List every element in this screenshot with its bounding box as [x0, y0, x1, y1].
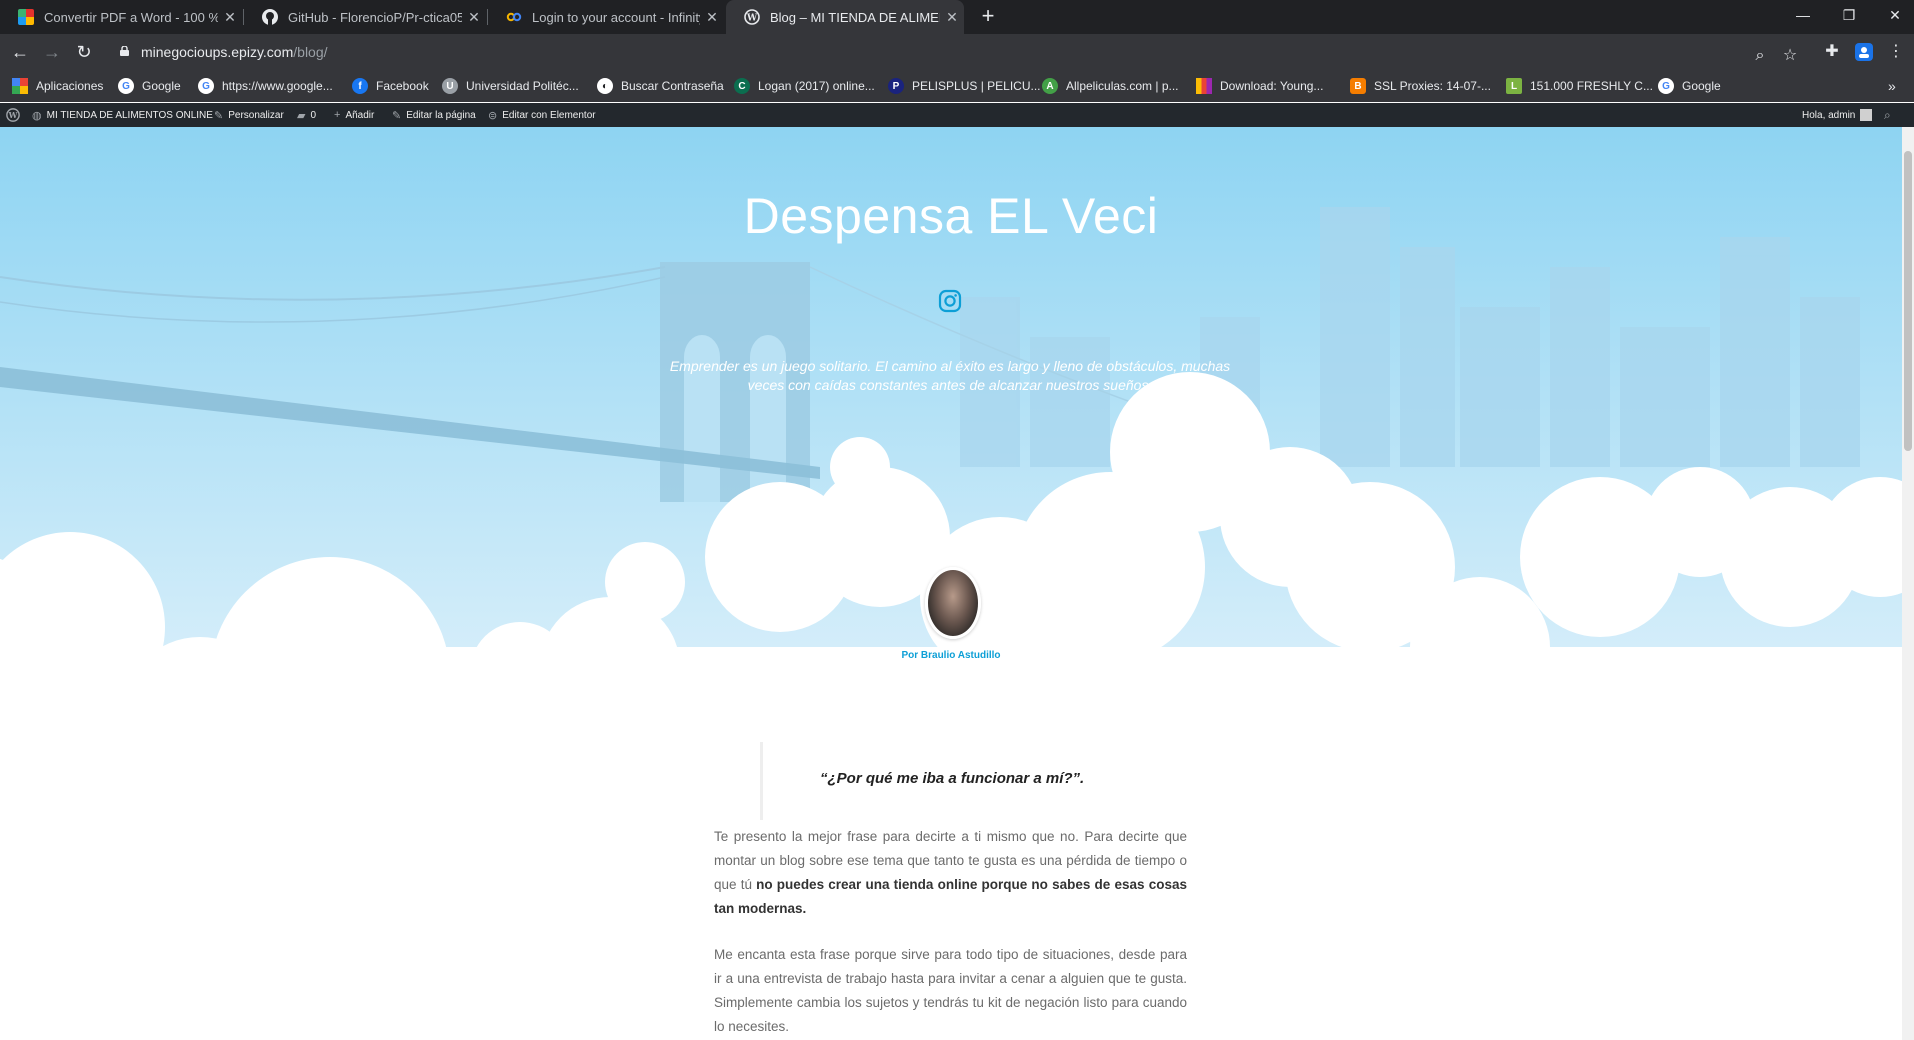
tab-blog-active[interactable]: W Blog – MI TIENDA DE ALIMENTO ✕: [726, 0, 964, 34]
article-paragraph-1: Te presento la mejor frase para decirte …: [714, 829, 1187, 916]
lock-icon: [120, 46, 129, 56]
scrollbar-thumb[interactable]: [1904, 151, 1912, 451]
bookmark-google[interactable]: G Google: [118, 70, 181, 102]
page-scrollbar[interactable]: [1902, 127, 1914, 1040]
quote-text: “¿Por qué me iba a funcionar a mí?”.: [820, 770, 1085, 787]
infinityfree-icon: [506, 9, 522, 25]
forward-button[interactable]: →: [40, 40, 64, 64]
blockquote: “¿Por qué me iba a funcionar a mí?”.: [760, 742, 1183, 820]
url-text: minegocioups.epizy.com/blog/: [141, 44, 328, 60]
zoom-icon[interactable]: ⌕: [1748, 44, 1772, 68]
wp-edit-elementor[interactable]: ⊜ Editar con Elementor: [488, 103, 596, 127]
back-button[interactable]: ←: [8, 40, 32, 64]
plus-icon: +: [334, 109, 341, 121]
dashboard-icon: ◍: [32, 109, 42, 122]
tab-github[interactable]: GitHub - FlorencioP/Pr-ctica05- ✕: [244, 0, 486, 34]
freshly-icon: L: [1506, 78, 1522, 94]
new-tab-button[interactable]: +: [976, 5, 1000, 29]
wp-add-new[interactable]: + Añadir: [334, 103, 374, 127]
wp-comments[interactable]: ▰ 0: [297, 103, 316, 127]
bookmark-google-2[interactable]: G Google: [1658, 70, 1721, 102]
author-byline[interactable]: Por Braulio Astudillo: [0, 650, 1902, 661]
allpeliculas-icon: A: [1042, 78, 1058, 94]
close-window-button[interactable]: ✕: [1872, 0, 1914, 30]
apps-grid-icon: [12, 78, 28, 94]
google-icon: G: [118, 78, 134, 94]
bookmark-logan[interactable]: C Logan (2017) online...: [734, 70, 875, 102]
browser-toolbar: ← → ↻ minegocioups.epizy.com/blog/ ⌕ ☆ ✚…: [0, 34, 1914, 70]
ilovepdf-icon: [18, 9, 34, 25]
reload-button[interactable]: ↻: [72, 40, 96, 64]
wp-admin-bar: W ◍ MI TIENDA DE ALIMENTOS ONLINE ✎ Pers…: [0, 103, 1914, 127]
wp-site-name[interactable]: ◍ MI TIENDA DE ALIMENTOS ONLINE: [32, 103, 213, 127]
close-tab-icon[interactable]: ✕: [940, 9, 964, 26]
close-tab-icon[interactable]: ✕: [462, 9, 486, 26]
svg-text:W: W: [746, 14, 758, 24]
bookmark-pelisplus[interactable]: P PELISPLUS | PELICU...: [888, 70, 1041, 102]
bookmarks-bar: Aplicaciones G Google G https://www.goog…: [0, 70, 1914, 102]
wp-account[interactable]: Hola, admin: [1802, 103, 1873, 127]
university-icon: U: [442, 78, 458, 94]
elementor-icon: ⊜: [488, 109, 498, 122]
key-site-icon: ◐: [597, 78, 613, 94]
tab-ilovepdf[interactable]: Convertir PDF a Word - 100 % gr ✕: [0, 0, 242, 34]
google-icon: G: [1658, 78, 1674, 94]
bookmarks-overflow-icon[interactable]: »: [1888, 70, 1896, 102]
blogger-icon: B: [1350, 78, 1366, 94]
bookmark-universidad[interactable]: U Universidad Politéc...: [442, 70, 579, 102]
pencil-icon: ✎: [392, 109, 402, 122]
avatar-icon: [1860, 109, 1873, 121]
instagram-icon[interactable]: [938, 289, 962, 313]
bookmark-star-icon[interactable]: ☆: [1778, 44, 1802, 68]
wordpress-icon: W: [744, 9, 760, 25]
wp-customize[interactable]: ✎ Personalizar: [214, 103, 284, 127]
svg-text:W: W: [8, 111, 18, 120]
page-content: Despensa EL Veci Emprender es un juego s…: [0, 127, 1902, 1040]
wp-search-icon[interactable]: ⌕: [1884, 103, 1891, 127]
close-tab-icon[interactable]: ✕: [700, 9, 724, 26]
github-icon: [262, 9, 278, 25]
bookmark-ssl-proxies[interactable]: B SSL Proxies: 14-07-...: [1350, 70, 1491, 102]
facebook-icon: f: [352, 78, 368, 94]
author-avatar[interactable]: [925, 567, 981, 639]
bookmark-buscar-contrasena[interactable]: ◐ Buscar Contraseña: [597, 70, 724, 102]
address-bar[interactable]: minegocioups.epizy.com/blog/ ⌕ ☆: [108, 38, 1797, 68]
close-tab-icon[interactable]: ✕: [218, 9, 242, 26]
profile-icon[interactable]: [1852, 40, 1876, 64]
bookmark-allpeliculas[interactable]: A Allpeliculas.com | p...: [1042, 70, 1179, 102]
article-paragraph-2: Me encanta esta frase porque sirve para …: [714, 947, 1187, 1034]
comment-icon: ▰: [297, 109, 306, 122]
tab-strip: Convertir PDF a Word - 100 % gr ✕ GitHub…: [0, 0, 1914, 34]
minimize-button[interactable]: —: [1780, 0, 1826, 30]
bookmark-download-young[interactable]: Download: Young...: [1196, 70, 1323, 102]
pelisplus-icon: P: [888, 78, 904, 94]
wp-edit-page[interactable]: ✎ Editar la página: [392, 103, 476, 127]
site-tagline: Emprender es un juego solitario. El cami…: [669, 358, 1231, 393]
bookmark-facebook[interactable]: f Facebook: [352, 70, 429, 102]
wp-logo-icon[interactable]: W: [6, 103, 20, 127]
tab-infinityfree[interactable]: Login to your account - InfinityFr ✕: [488, 0, 724, 34]
bookmark-apps[interactable]: Aplicaciones: [12, 70, 103, 102]
restore-button[interactable]: ❐: [1826, 0, 1872, 30]
bookmark-freshly[interactable]: L 151.000 FRESHLY C...: [1506, 70, 1653, 102]
menu-kebab-icon[interactable]: ⋮: [1884, 40, 1908, 64]
extensions-icon[interactable]: ✚: [1820, 40, 1844, 64]
article-bold-text: no puedes crear una tienda online porque…: [714, 877, 1187, 916]
logan-site-icon: C: [734, 78, 750, 94]
google-icon: G: [198, 78, 214, 94]
brush-icon: ✎: [214, 109, 224, 122]
download-chart-icon: [1196, 78, 1212, 94]
site-title[interactable]: Despensa EL Veci: [0, 187, 1902, 245]
bookmark-google-url[interactable]: G https://www.google...: [198, 70, 333, 102]
